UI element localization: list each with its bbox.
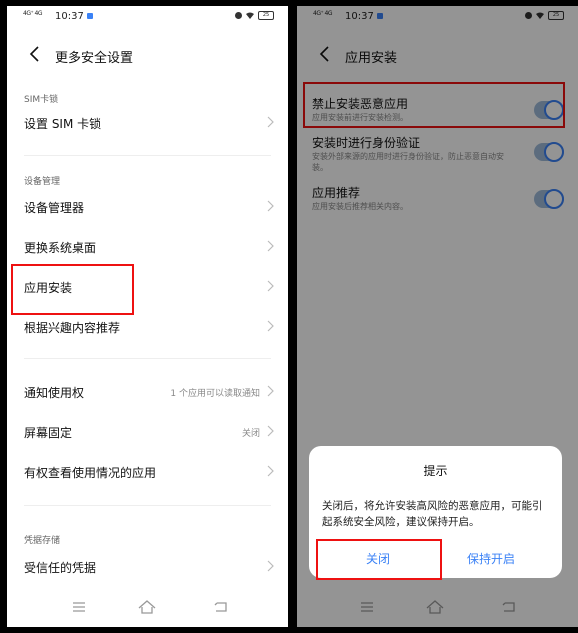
row-label: 有权查看使用情况的应用: [24, 466, 157, 480]
chevron-right-icon: [267, 320, 274, 332]
battery-icon: 25: [258, 11, 274, 20]
row-sim-lock[interactable]: 设置 SIM 卡锁: [7, 103, 288, 143]
row-interest-recommend[interactable]: 根据兴趣内容推荐: [7, 307, 288, 347]
row-trusted-credentials[interactable]: 受信任的凭据: [7, 547, 288, 587]
left-screen: 4G⁺ 4G 10:37 25 更多安全设置 SIM卡锁 设置 SIM 卡锁 设…: [7, 6, 288, 627]
chevron-right-icon: [267, 465, 274, 477]
chevron-right-icon: [267, 280, 274, 292]
row-screen-pinning[interactable]: 屏幕固定 关闭: [7, 412, 288, 452]
keep-on-button[interactable]: 保持开启: [467, 550, 515, 567]
status-time: 10:37: [55, 11, 84, 22]
row-change-desktop[interactable]: 更换系统桌面: [7, 227, 288, 267]
chevron-right-icon: [267, 560, 274, 572]
chevron-right-icon: [267, 116, 274, 128]
row-label: 屏幕固定: [24, 426, 73, 440]
row-label: 设备管理器: [24, 201, 85, 215]
divider: [24, 358, 271, 359]
row-label: 更换系统桌面: [24, 241, 97, 255]
row-notification-access[interactable]: 通知使用权 1 个应用可以读取通知: [7, 372, 288, 412]
status-bar: 4G⁺ 4G 10:37 25: [7, 6, 288, 30]
row-value: 关闭: [241, 429, 260, 439]
back-icon[interactable]: [211, 597, 231, 617]
header: 更多安全设置: [7, 36, 288, 76]
row-label: 根据兴趣内容推荐: [24, 321, 121, 335]
wifi-icon: [246, 12, 254, 19]
dialog-title: 提示: [423, 464, 448, 478]
chevron-right-icon: [267, 200, 274, 212]
divider: [24, 155, 271, 156]
network-indicator: 4G⁺ 4G: [23, 10, 43, 17]
highlight-box-close: [316, 539, 442, 580]
home-icon[interactable]: [137, 597, 157, 617]
chevron-right-icon: [267, 425, 274, 437]
row-label: 设置 SIM 卡锁: [24, 117, 102, 131]
notification-icon: [87, 13, 93, 19]
page-title: 更多安全设置: [55, 51, 134, 66]
dialog-message: 关闭后，将允许安装高风险的恶意应用，可能引起系统安全风险，建议保持开启。: [322, 500, 543, 528]
row-label: 受信任的凭据: [24, 561, 97, 575]
back-arrow-icon[interactable]: [29, 46, 41, 62]
confirm-dialog: 提示 关闭后，将允许安装高风险的恶意应用，可能引起系统安全风险，建议保持开启。 …: [309, 446, 562, 580]
row-device-admin[interactable]: 设备管理器: [7, 187, 288, 227]
chevron-right-icon: [267, 385, 274, 397]
right-screen: 4G⁺ 4G 10:37 25 应用安装 禁止安装恶意应用 应用安装前进行安装检…: [297, 6, 578, 627]
menu-icon[interactable]: [69, 597, 89, 617]
divider: [24, 505, 271, 506]
alarm-icon: [235, 12, 242, 19]
section-device: 设备管理: [24, 177, 61, 187]
row-value: 1 个应用可以读取通知: [170, 389, 260, 399]
row-usage-access[interactable]: 有权查看使用情况的应用: [7, 452, 288, 492]
section-credentials: 凭据存储: [24, 536, 61, 546]
navigation-bar: [7, 587, 288, 627]
row-label: 通知使用权: [24, 386, 85, 400]
chevron-right-icon: [267, 240, 274, 252]
